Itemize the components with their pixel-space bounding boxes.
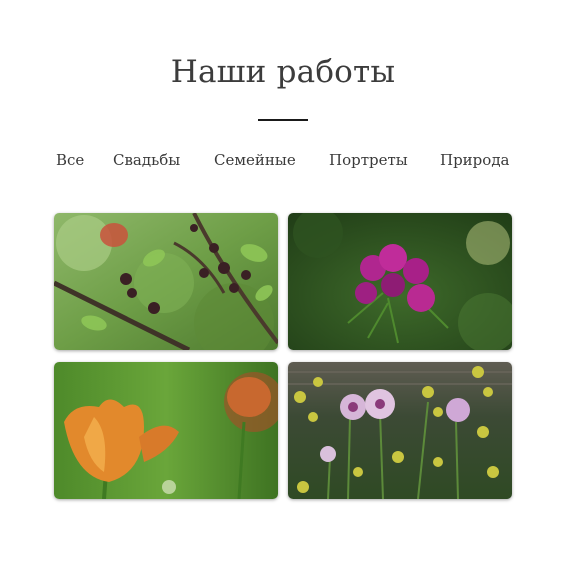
filter-weddings[interactable]: Свадьбы: [113, 151, 180, 169]
filter-nature[interactable]: Природа: [440, 151, 510, 169]
filter-family[interactable]: Семейные: [214, 151, 296, 169]
filter-nav: Все Свадьбы Семейные Портреты Природа: [0, 151, 566, 171]
carnation-image: [288, 213, 512, 350]
filter-all[interactable]: Все: [56, 151, 84, 169]
gallery-item-carnation[interactable]: [288, 213, 512, 350]
berry-branch-image: [54, 213, 278, 350]
gallery-item-poppies[interactable]: [288, 362, 512, 499]
portfolio-section: Наши работы Все Свадьбы Семейные Портрет…: [0, 0, 566, 566]
filter-portraits[interactable]: Портреты: [329, 151, 408, 169]
gallery-item-berries[interactable]: [54, 213, 278, 350]
title-divider: [258, 119, 308, 121]
gallery-grid: [54, 213, 512, 499]
poppies-image: [288, 362, 512, 499]
gallery-item-tulip[interactable]: [54, 362, 278, 499]
section-title: Наши работы: [170, 54, 396, 90]
tulip-image: [54, 362, 278, 499]
